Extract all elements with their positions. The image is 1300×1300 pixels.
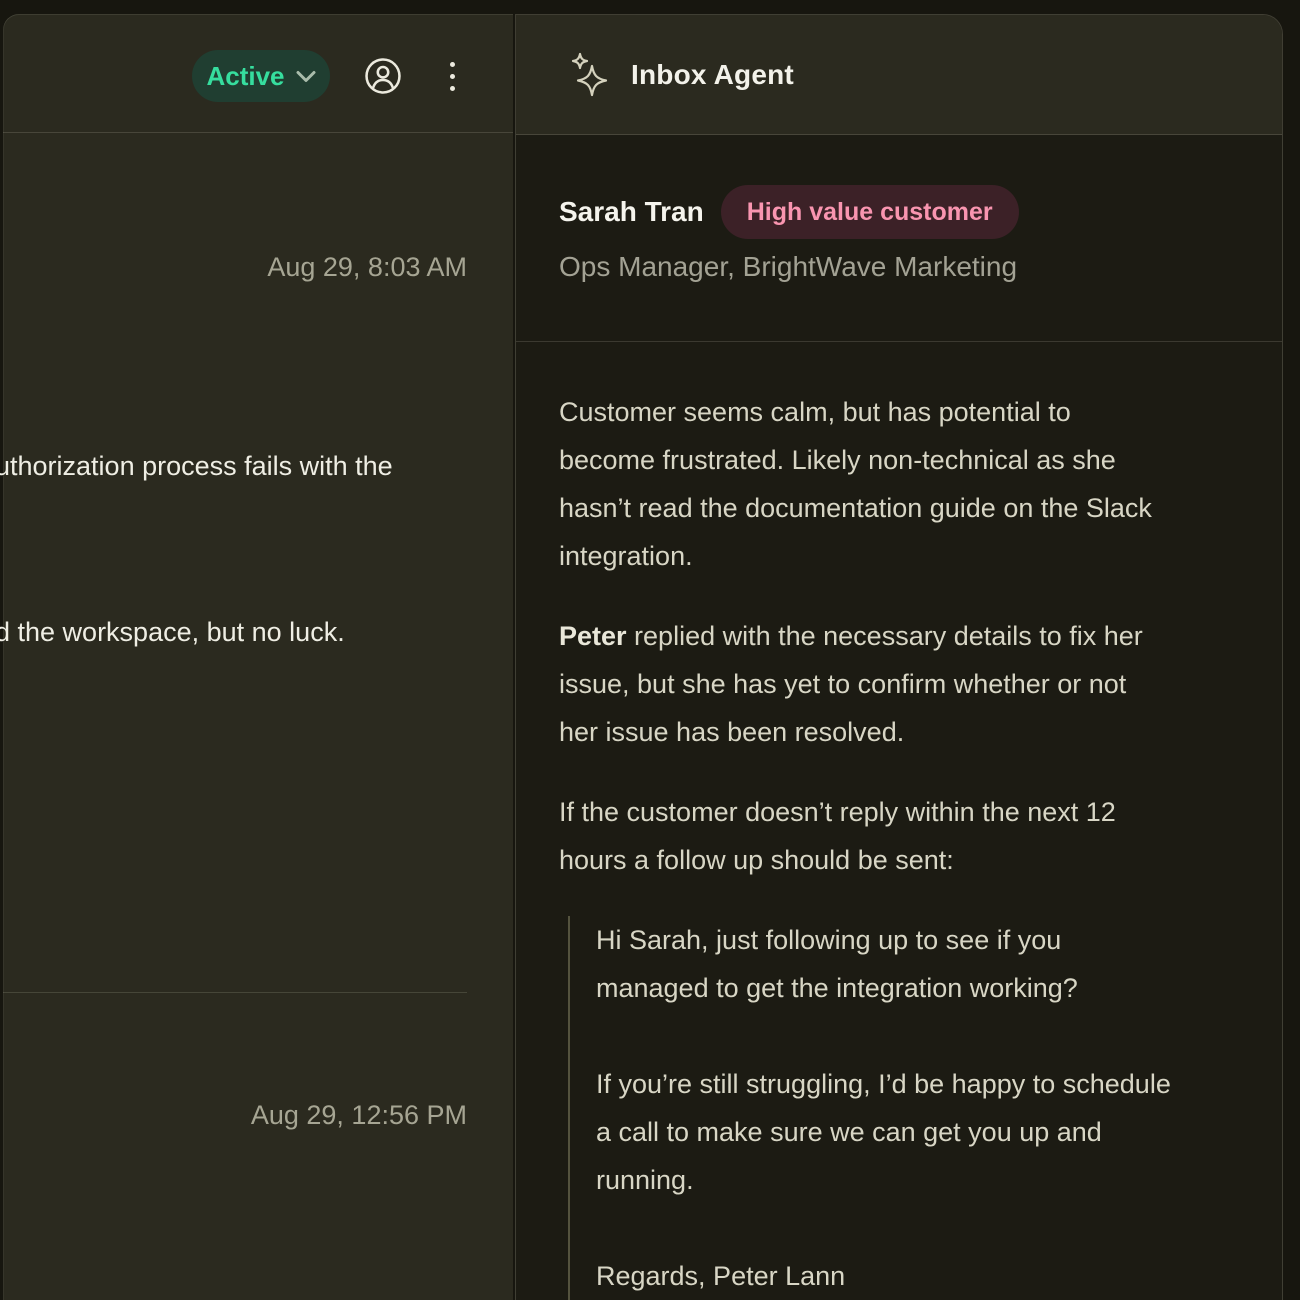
followup-paragraph: Hi Sarah, just following up to see if yo… [596,916,1230,1012]
status-dropdown-label: Active [206,61,284,92]
conversation-panel: Active [3,14,513,1300]
user-circle-icon [364,57,402,95]
agent-insights: Customer seems calm, but has potential t… [516,342,1282,1300]
message-timestamp: Aug 29, 8:03 AM [267,252,467,283]
sparkles-icon [568,52,610,98]
message-text-line: uthorization process fails with the [0,451,393,482]
inbox-agent-panel: Inbox Agent Sarah Tran High value custom… [515,14,1283,1300]
customer-name-row: Sarah Tran High value customer [559,185,1230,239]
panel-title: Inbox Agent [631,59,794,91]
customer-value-badge: High value customer [721,185,1019,239]
message-timestamp: Aug 29, 12:56 PM [251,1100,467,1131]
conversation-toolbar: Active [3,14,513,133]
message-text-line: d the workspace, but no luck. [0,617,345,648]
insight-paragraph: If the customer doesn’t reply within the… [559,788,1230,884]
overflow-menu-button[interactable] [437,54,467,98]
message-divider [3,992,467,993]
status-dropdown[interactable]: Active [192,50,330,102]
customer-name: Sarah Tran [559,196,704,228]
insight-text: replied with the necessary details to fi… [559,621,1143,747]
chevron-down-icon [296,70,316,83]
insight-paragraph: Customer seems calm, but has potential t… [559,388,1230,580]
assignee-button[interactable] [361,54,405,98]
insight-bold-lead: Peter [559,621,627,651]
customer-summary: Sarah Tran High value customer Ops Manag… [516,135,1282,342]
followup-signature: Regards, Peter Lann [596,1252,1230,1300]
customer-role: Ops Manager, BrightWave Marketing [559,251,1230,283]
followup-paragraph: If you’re still struggling, I’d be happy… [596,1060,1230,1204]
suggested-followup-quote: Hi Sarah, just following up to see if yo… [568,916,1230,1300]
agent-header: Inbox Agent [516,15,1282,135]
insight-paragraph: Peter replied with the necessary details… [559,612,1230,756]
